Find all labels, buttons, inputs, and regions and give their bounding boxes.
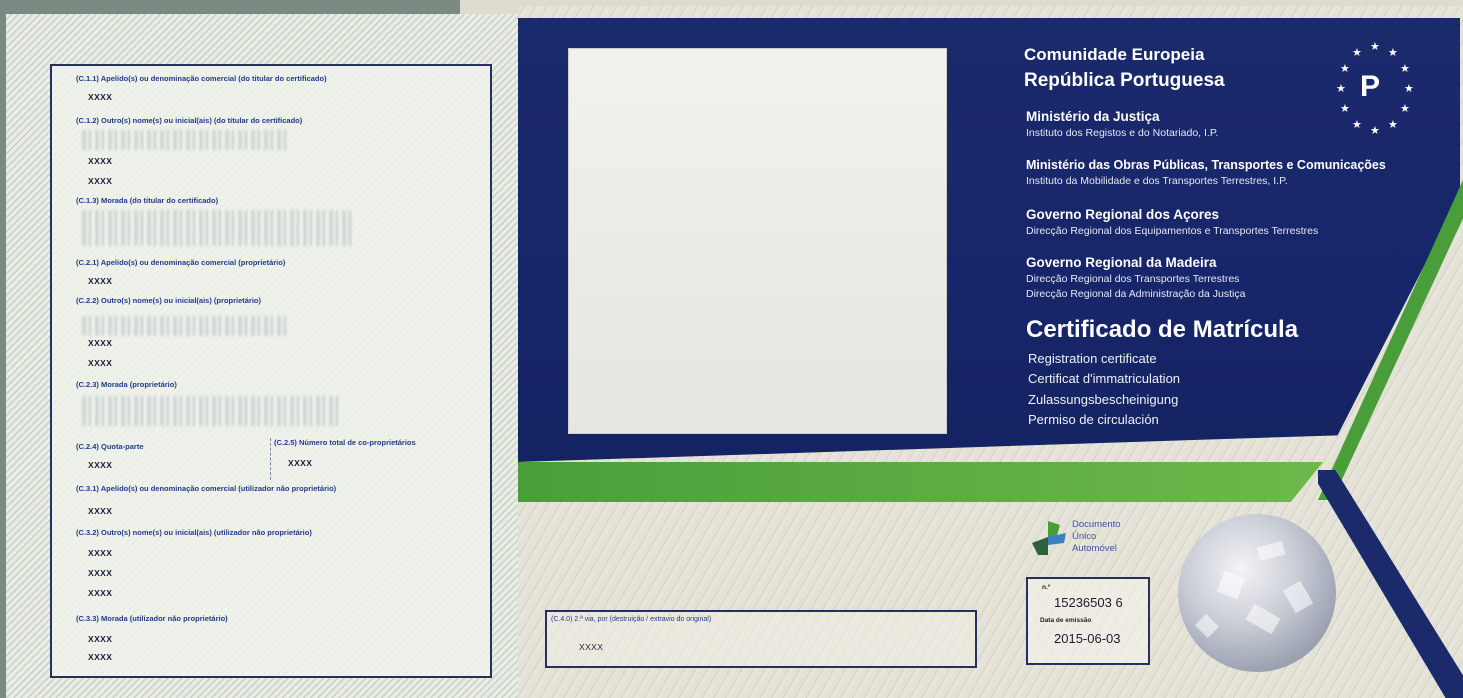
- field-c12-value: XXXX: [88, 176, 113, 186]
- issue-date-label: Data de emissão: [1040, 617, 1092, 624]
- field-c12-label: (C.1.2) Outro(s) nome(s) ou inicial(ais)…: [76, 116, 303, 125]
- star-icon: ★: [1370, 125, 1380, 137]
- field-c11-label: (C.1.1) Apelido(s) ou denominação comerc…: [76, 74, 327, 83]
- star-icon: ★: [1340, 103, 1350, 115]
- ministry-name: Ministério da Justiça: [1026, 109, 1160, 124]
- header-line-2: República Portuguesa: [1024, 70, 1225, 91]
- certificate-title: Certificado de Matrícula: [1026, 316, 1299, 343]
- field-c23-label: (C.2.3) Morada (proprietário): [76, 380, 177, 389]
- field-c22-value: XXXX: [88, 358, 113, 368]
- hologram-pattern: [1245, 603, 1281, 635]
- green-stripe: [518, 462, 1323, 502]
- institute-name: Instituto dos Registos e do Notariado, I…: [1026, 127, 1219, 139]
- field-c21-label: (C.2.1) Apelido(s) ou denominação comerc…: [76, 258, 286, 267]
- institute-name: Direcção Regional da Administração da Ju…: [1026, 288, 1246, 300]
- ministry-name: Governo Regional da Madeira: [1026, 255, 1217, 270]
- field-c31-label: (C.3.1) Apelido(s) ou denominação comerc…: [76, 484, 337, 493]
- field-c22-value: XXXX: [88, 338, 113, 348]
- redacted-area: [82, 316, 287, 336]
- institute-name: Instituto da Mobilidade e dos Transporte…: [1026, 175, 1288, 187]
- redacted-area: [82, 130, 287, 150]
- hologram-pattern: [1194, 613, 1220, 639]
- star-icon: ★: [1404, 83, 1414, 95]
- logo-line-1: Documento: [1072, 519, 1121, 530]
- field-c25-label: (C.2.5) Número total de co-proprietários: [274, 438, 416, 447]
- field-c12-value: XXXX: [88, 156, 113, 166]
- star-icon: ★: [1370, 41, 1380, 53]
- hologram-pattern: [1282, 580, 1314, 614]
- title-translation: Permiso de circulación: [1028, 412, 1159, 427]
- star-icon: ★: [1352, 47, 1362, 59]
- document-number-box: n.º 15236503 6 Data de emissão 2015-06-0…: [1026, 577, 1150, 665]
- field-c24-value: XXXX: [88, 460, 113, 470]
- field-c11-value: XXXX: [88, 92, 113, 102]
- hologram-pattern: [1216, 570, 1246, 600]
- title-translation: Zulassungsbescheinigung: [1028, 392, 1179, 407]
- institute-name: Direcção Regional dos Equipamentos e Tra…: [1026, 225, 1319, 237]
- redacted-area: [82, 396, 340, 426]
- field-c31-value: XXXX: [88, 506, 113, 516]
- photo-placeholder: [568, 48, 947, 434]
- holder-details-frame: (C.1.1) Apelido(s) ou denominação comerc…: [50, 64, 492, 678]
- field-c13-label: (C.1.3) Morada (do titular do certificad…: [76, 196, 219, 205]
- star-icon: ★: [1352, 119, 1362, 131]
- hologram-pattern: [1256, 540, 1286, 562]
- star-icon: ★: [1400, 103, 1410, 115]
- star-icon: ★: [1400, 63, 1410, 75]
- title-translation: Registration certificate: [1028, 351, 1157, 366]
- ministry-name: Governo Regional dos Açores: [1026, 207, 1220, 222]
- dua-logo-icon: [1032, 521, 1066, 555]
- number-label: n.º: [1042, 584, 1051, 591]
- star-icon: ★: [1336, 83, 1346, 95]
- field-c22-label: (C.2.2) Outro(s) nome(s) ou inicial(ais)…: [76, 296, 262, 305]
- duplicate-label: (C.4.0) 2.ª via, por (destruição / extra…: [551, 616, 712, 623]
- duplicate-value: XXXX: [579, 642, 604, 652]
- hologram-seal: [1178, 514, 1336, 672]
- star-icon: ★: [1388, 119, 1398, 131]
- title-translation: Certificat d'immatriculation: [1028, 371, 1181, 386]
- institute-name: Direcção Regional dos Transportes Terres…: [1026, 273, 1240, 285]
- field-c32-value: XXXX: [88, 568, 113, 578]
- field-c33-label: (C.3.3) Morada (utilizador não proprietá…: [76, 614, 228, 623]
- field-c24-label: (C.2.4) Quota-parte: [76, 442, 144, 451]
- field-divider: [270, 438, 271, 480]
- field-c33-value: XXXX: [88, 652, 113, 662]
- field-c32-value: XXXX: [88, 548, 113, 558]
- star-icon: ★: [1388, 47, 1398, 59]
- logo-line-3: Automóvel: [1072, 543, 1117, 554]
- country-code: P: [1360, 70, 1381, 103]
- logo-line-2: Único: [1072, 531, 1097, 542]
- duplicate-field-box: (C.4.0) 2.ª via, por (destruição / extra…: [545, 610, 977, 668]
- ministry-name: Ministério das Obras Públicas, Transport…: [1026, 158, 1386, 172]
- field-c25-value: XXXX: [288, 458, 313, 468]
- field-c32-label: (C.3.2) Outro(s) nome(s) ou inicial(ais)…: [76, 528, 312, 537]
- eu-flag-emblem: ★ ★ ★ ★ ★ ★ ★ ★ ★ ★ ★ ★ P: [1330, 40, 1420, 140]
- field-c32-value: XXXX: [88, 588, 113, 598]
- redacted-area: [82, 210, 352, 246]
- registration-certificate-document: (C.1.1) Apelido(s) ou denominação comerc…: [0, 0, 1463, 698]
- document-number: 15236503 6: [1054, 595, 1123, 610]
- field-c33-value: XXXX: [88, 634, 113, 644]
- field-c21-value: XXXX: [88, 276, 113, 286]
- issue-date: 2015-06-03: [1054, 631, 1121, 646]
- header-line-1: Comunidade Europeia: [1024, 45, 1205, 64]
- star-icon: ★: [1340, 63, 1350, 75]
